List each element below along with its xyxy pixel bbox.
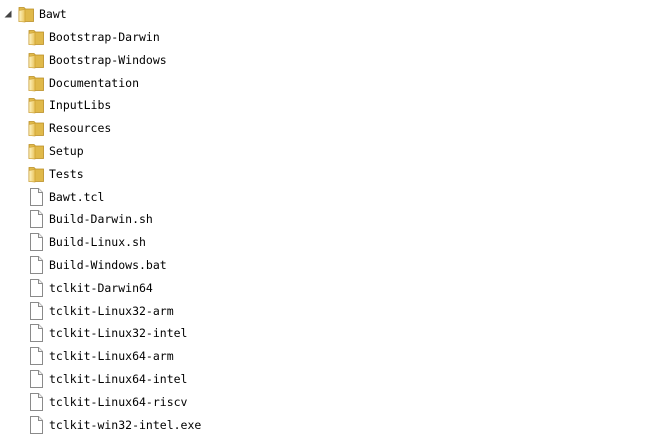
- tree-item-label: InputLibs: [49, 98, 112, 113]
- tree-item-label: Build-Windows.bat: [49, 258, 167, 272]
- tree-root-label: Bawt: [39, 7, 67, 21]
- file-icon: [28, 392, 45, 411]
- tree-item-tclkit-linux32-intel[interactable]: tclkit-Linux32-intel: [28, 322, 187, 344]
- file-icon: [28, 187, 45, 206]
- folder-icon: [18, 5, 35, 23]
- folder-icon: [28, 51, 45, 69]
- tree-item-setup[interactable]: Setup: [28, 140, 84, 162]
- tree-item-tclkit-darwin64[interactable]: tclkit-Darwin64: [28, 277, 153, 299]
- tree-item-label: Bawt.tcl: [49, 189, 105, 204]
- tree-item-label: Documentation: [49, 75, 140, 90]
- tree-item-bawt-tcl[interactable]: Bawt.tcl: [28, 186, 104, 208]
- folder-icon: [28, 74, 45, 92]
- folder-icon: [28, 119, 45, 137]
- tree-item-build-darwin-sh[interactable]: Build-Darwin.sh: [28, 208, 153, 230]
- tree-item-label: tclkit-win32-intel.exe: [49, 417, 202, 432]
- file-icon: [28, 278, 45, 297]
- tree-item-label: Build-Darwin.sh: [49, 212, 153, 227]
- tree-item-documentation[interactable]: Documentation: [28, 72, 139, 94]
- file-icon: [28, 233, 45, 252]
- file-icon: [28, 301, 45, 320]
- file-icon: [28, 324, 45, 343]
- tree-item-label: tclkit-Linux64-arm: [49, 349, 174, 364]
- expanded-triangle-icon[interactable]: [2, 8, 14, 20]
- tree-item-label: tclkit-Darwin64: [49, 280, 153, 295]
- tree-item-build-windows-bat[interactable]: Build-Windows.bat: [28, 254, 167, 276]
- tree-item-bootstrap-windows[interactable]: Bootstrap-Windows: [28, 49, 167, 71]
- tree-item-label: tclkit-Linux32-arm: [49, 303, 174, 318]
- tree-root-bawt[interactable]: Bawt: [2, 3, 67, 25]
- tree-item-bootstrap-darwin[interactable]: Bootstrap-Darwin: [28, 26, 160, 48]
- tree-item-tclkit-linux64-riscv[interactable]: tclkit-Linux64-riscv: [28, 391, 187, 413]
- tree-item-label: tclkit-Linux64-riscv: [49, 394, 188, 409]
- tree-item-label: Bootstrap-Windows: [49, 52, 167, 67]
- tree-item-build-linux-sh[interactable]: Build-Linux.sh: [28, 231, 146, 253]
- tree-item-label: tclkit-Linux64-intel: [49, 372, 188, 386]
- tree-item-resources[interactable]: Resources: [28, 117, 111, 139]
- tree-item-label: Tests: [49, 166, 84, 181]
- tree-item-inputlibs[interactable]: InputLibs: [28, 94, 111, 116]
- file-icon: [28, 415, 45, 434]
- folder-icon: [28, 165, 45, 183]
- file-icon: [28, 347, 45, 366]
- tree-item-label: Setup: [49, 144, 84, 158]
- file-tree: Bawt Bootstrap-Darwin Bootstrap-Windows Do…: [0, 0, 662, 439]
- file-icon: [28, 256, 45, 274]
- tree-item-label: Resources: [49, 121, 112, 136]
- folder-icon: [28, 142, 45, 160]
- file-icon: [28, 370, 45, 388]
- tree-item-tests[interactable]: Tests: [28, 163, 84, 185]
- tree-item-tclkit-linux32-arm[interactable]: tclkit-Linux32-arm: [28, 300, 174, 322]
- tree-item-label: Bootstrap-Darwin: [49, 30, 160, 44]
- tree-item-label: Build-Linux.sh: [49, 235, 146, 250]
- file-icon: [28, 210, 45, 229]
- folder-icon: [28, 28, 45, 46]
- tree-item-tclkit-linux64-intel[interactable]: tclkit-Linux64-intel: [28, 368, 187, 390]
- tree-item-label: tclkit-Linux32-intel: [49, 326, 188, 341]
- tree-item-tclkit-linux64-arm[interactable]: tclkit-Linux64-arm: [28, 345, 174, 367]
- folder-icon: [28, 96, 45, 114]
- tree-item-tclkit-win32-intel-exe[interactable]: tclkit-win32-intel.exe: [28, 414, 201, 436]
